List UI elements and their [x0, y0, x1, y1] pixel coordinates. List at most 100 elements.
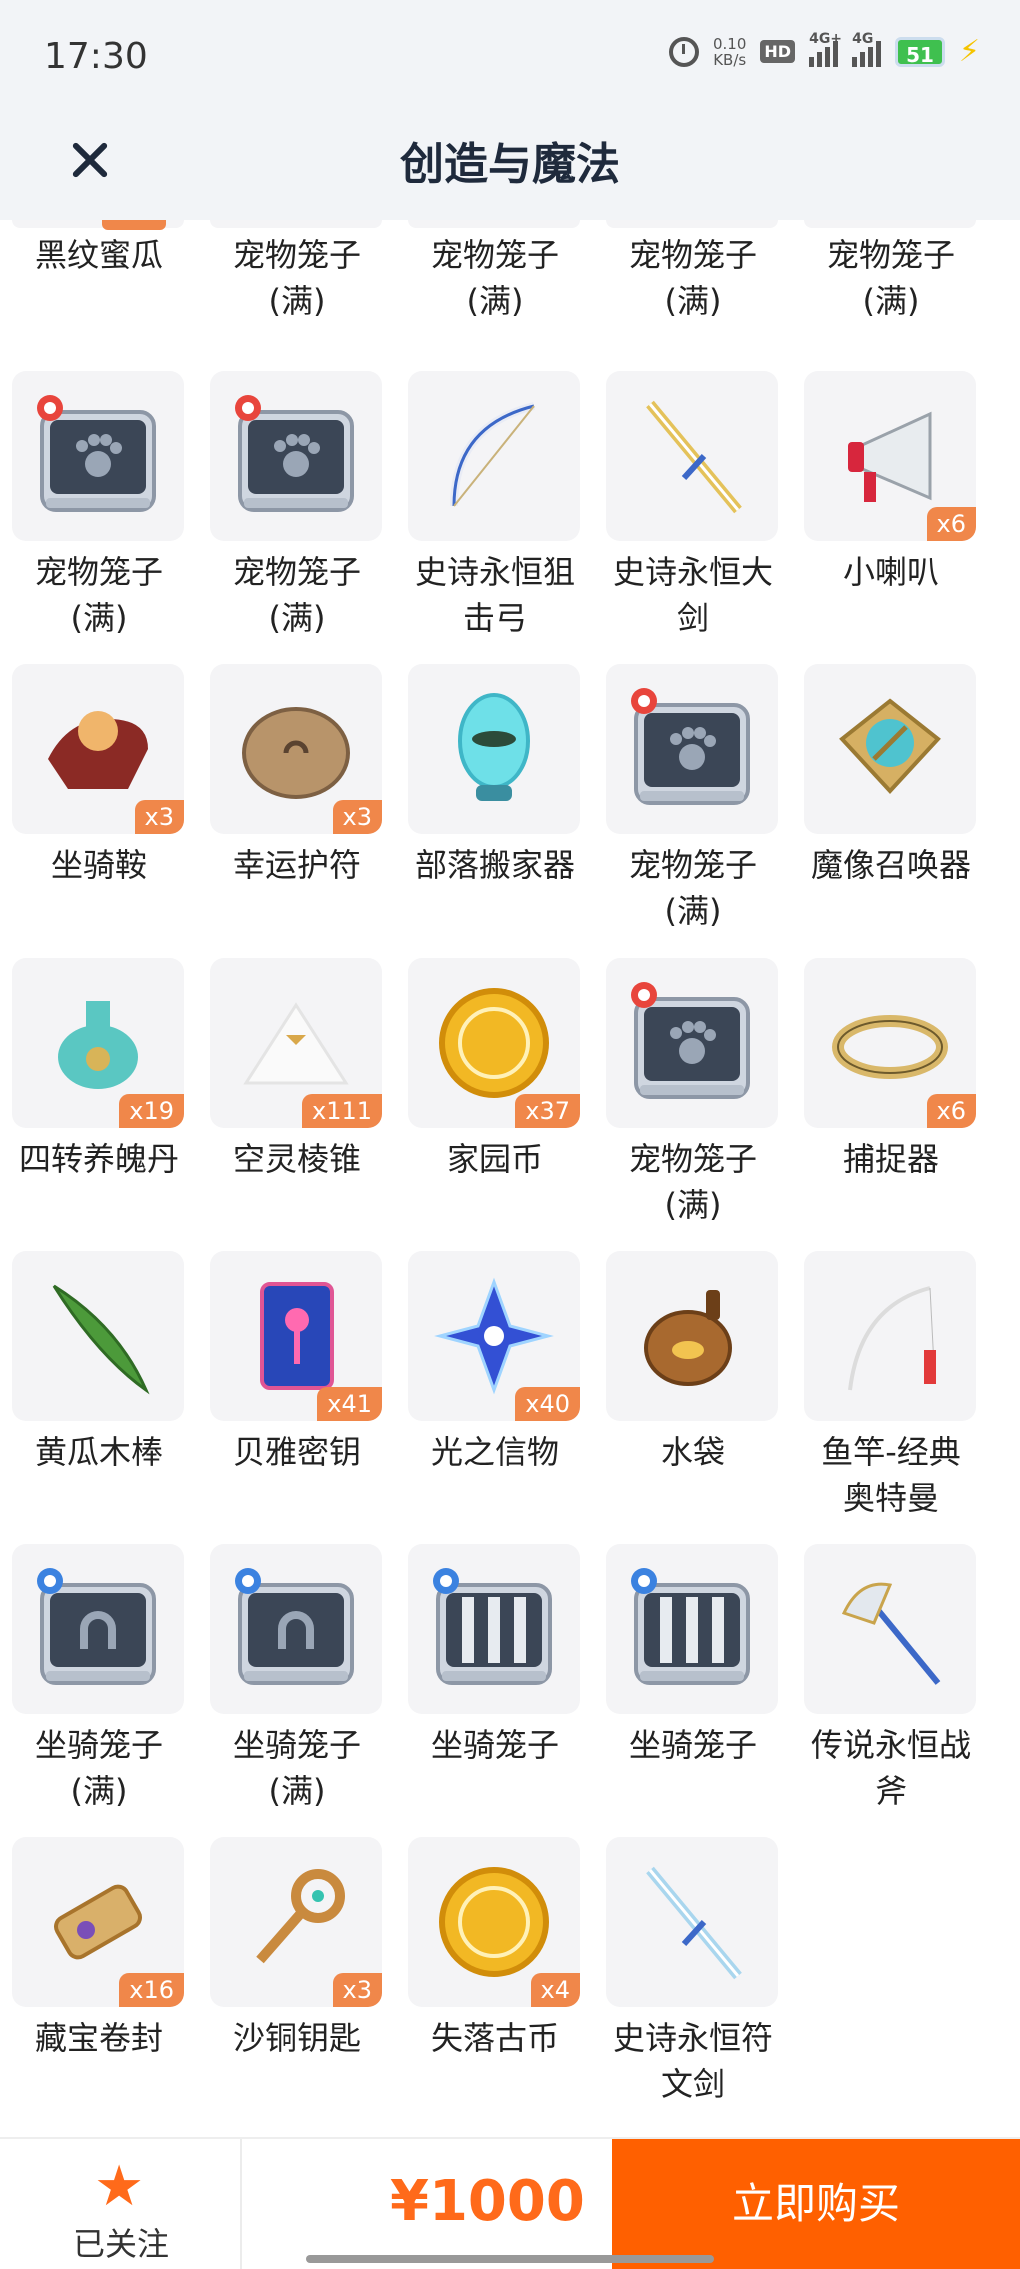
item-card	[210, 371, 382, 541]
item-name: 传说永恒战 斧	[810, 1726, 971, 1810]
item-name: 史诗永恒大 剑	[612, 553, 773, 637]
quantity-badge: x41	[317, 1387, 382, 1421]
item-name: 史诗永恒狙 击弓	[414, 553, 575, 637]
item-name: 黑纹蜜瓜	[34, 236, 163, 274]
item-name: 坐骑鞍	[50, 846, 147, 884]
item-card	[804, 664, 976, 834]
pet-cage-icon	[606, 958, 778, 1128]
signal-label-2: 4G	[852, 30, 874, 47]
item-name: 宠物笼子 (满)	[34, 553, 163, 637]
item-name: 沙铜钥匙	[232, 2019, 361, 2057]
item-name: 黄瓜木棒	[34, 1433, 163, 1471]
item-name: 四转养魄丹	[18, 1140, 179, 1178]
item-card	[408, 1544, 580, 1714]
item-name: 宠物笼子 (满)	[826, 236, 955, 320]
item-card: x37	[408, 958, 580, 1128]
item-name: 光之信物	[430, 1433, 559, 1471]
item-name: 宠物笼子 (满)	[232, 553, 361, 637]
item-card	[12, 1251, 184, 1421]
greatsword-icon	[606, 371, 778, 541]
item-card	[606, 1251, 778, 1421]
item-card	[606, 664, 778, 834]
charging-icon: ⚡	[958, 34, 980, 69]
item-name: 魔像召唤器	[810, 846, 971, 884]
quantity-badge-partial	[102, 220, 166, 230]
golem-summoner-icon	[804, 664, 976, 834]
item-card	[804, 1251, 976, 1421]
item-name: 宠物笼子 (满)	[430, 236, 559, 320]
battery-icon: 51	[895, 36, 945, 67]
item-card: x3	[210, 664, 382, 834]
item-name: 幸运护符	[232, 846, 361, 884]
close-icon[interactable]	[55, 125, 125, 195]
water-bag-icon	[606, 1251, 778, 1421]
bottom-bar: ★ 已关注 ¥1000 立即购买	[0, 2137, 1020, 2269]
item-card: x6	[804, 371, 976, 541]
item-card: x3	[210, 1837, 382, 2007]
item-card: x111	[210, 958, 382, 1128]
item-name: 小喇叭	[842, 553, 939, 591]
item-name: 宠物笼子 (满)	[628, 1140, 757, 1224]
item-name: 失落古币	[430, 2019, 559, 2057]
item-card: x4	[408, 1837, 580, 2007]
item-name: 宠物笼子 (满)	[628, 846, 757, 930]
bow-icon	[408, 371, 580, 541]
net-speed-unit: KB/s	[713, 50, 747, 69]
item-card: x41	[210, 1251, 382, 1421]
mount-cage-full-icon	[210, 1544, 382, 1714]
fishing-rod-icon	[804, 1251, 976, 1421]
star-icon: ★	[94, 2154, 145, 2219]
item-name: 鱼竿-经典 奥特曼	[821, 1433, 961, 1517]
item-name: 藏宝卷封	[34, 2019, 163, 2057]
item-card-partial	[804, 220, 976, 228]
buy-now-button[interactable]: 立即购买	[612, 2139, 1020, 2269]
quantity-badge: x37	[515, 1094, 580, 1128]
nav-bar: 创造与魔法	[0, 110, 1020, 220]
quantity-badge: x16	[119, 1973, 184, 2007]
item-name: 宠物笼子 (满)	[628, 236, 757, 320]
cucumber-icon	[12, 1251, 184, 1421]
net-speed: 0.10 KB/s	[713, 36, 746, 68]
status-time: 17:30	[44, 36, 148, 77]
item-name: 坐骑笼子 (满)	[34, 1726, 163, 1810]
quantity-badge: x3	[332, 800, 382, 834]
quantity-badge: x40	[515, 1387, 580, 1421]
pet-cage-icon	[210, 371, 382, 541]
item-name: 部落搬家器	[414, 846, 575, 884]
hd-icon: HD	[760, 40, 796, 63]
item-card	[606, 1544, 778, 1714]
quantity-badge: x111	[301, 1094, 382, 1128]
home-indicator[interactable]	[306, 2255, 714, 2263]
mount-cage-icon	[606, 1544, 778, 1714]
follow-label: 已关注	[72, 2225, 169, 2263]
battle-axe-icon	[804, 1544, 976, 1714]
signal-icon-2: 4G	[852, 31, 882, 67]
item-name: 史诗永恒符 文剑	[612, 2019, 773, 2103]
item-name: 家园币	[446, 1140, 543, 1178]
item-card	[408, 664, 580, 834]
mount-cage-full-icon	[12, 1544, 184, 1714]
item-name: 宠物笼子 (满)	[232, 236, 361, 320]
item-card: x19	[12, 958, 184, 1128]
item-card	[12, 1544, 184, 1714]
item-name: 坐骑笼子	[430, 1726, 559, 1764]
item-card-partial	[606, 220, 778, 228]
alarm-icon	[669, 36, 699, 67]
item-card	[408, 371, 580, 541]
follow-button[interactable]: ★ 已关注	[0, 2139, 242, 2269]
item-card	[804, 1544, 976, 1714]
quantity-badge: x6	[926, 1094, 976, 1128]
pet-cage-icon	[606, 664, 778, 834]
mount-cage-icon	[408, 1544, 580, 1714]
item-name: 捕捉器	[842, 1140, 939, 1178]
item-card-partial	[408, 220, 580, 228]
quantity-badge: x3	[134, 800, 184, 834]
page-title: 创造与魔法	[400, 139, 620, 190]
item-name: 坐骑笼子	[628, 1726, 757, 1764]
status-icons: 0.10 KB/s HD 4G+ 4G 51 ⚡	[669, 31, 980, 69]
item-card: x3	[12, 664, 184, 834]
quantity-badge: x6	[926, 507, 976, 541]
item-name: 水袋	[660, 1433, 725, 1471]
item-name: 贝雅密钥	[232, 1433, 361, 1471]
item-card	[606, 371, 778, 541]
